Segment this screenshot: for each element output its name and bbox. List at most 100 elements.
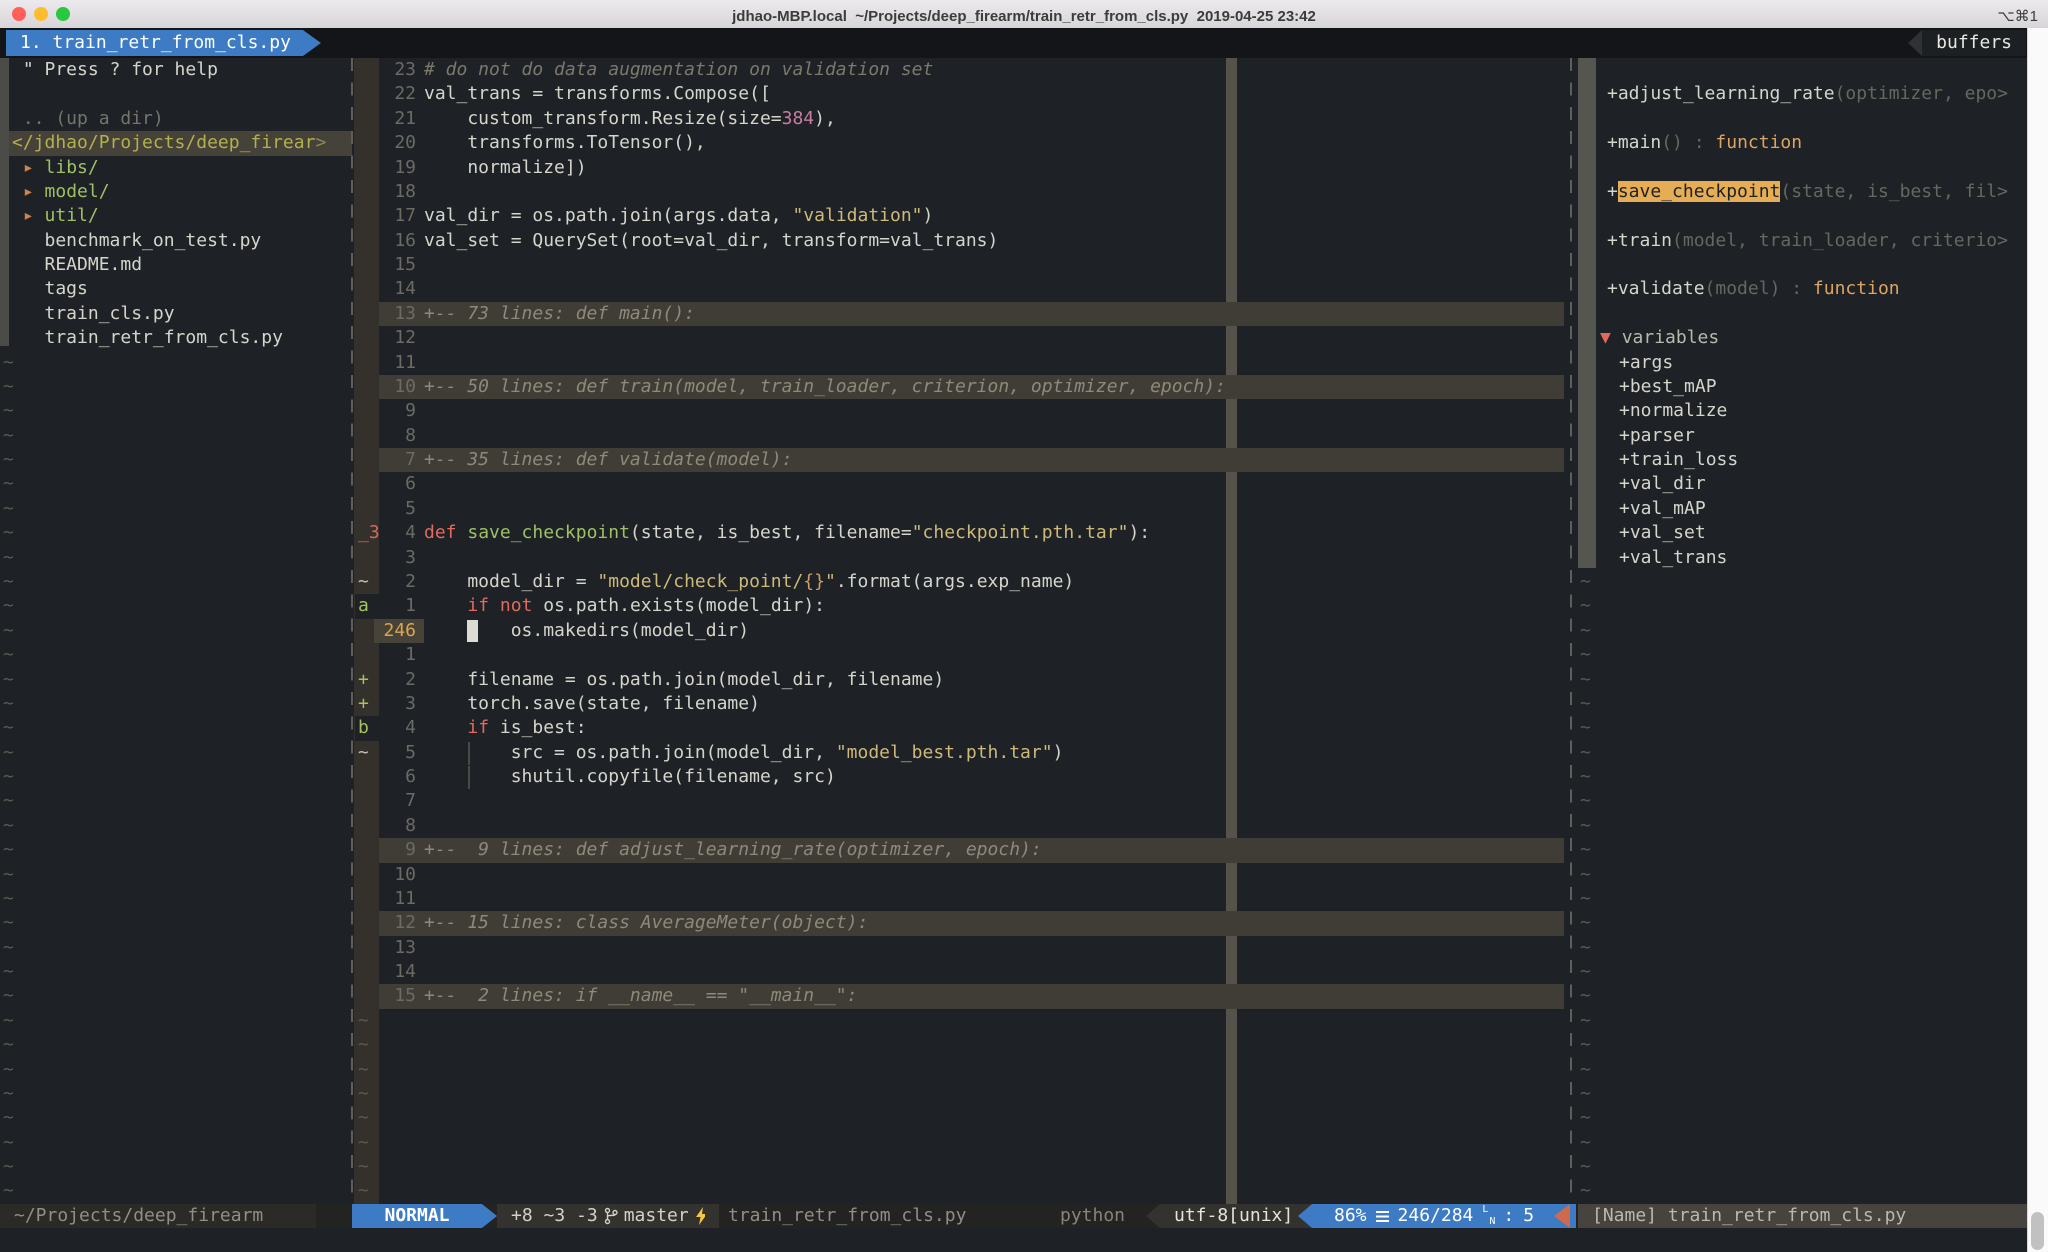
code-line[interactable]: 246 os.makedirs(model_dir) — [354, 619, 1566, 643]
code-line[interactable]: 2~ model_dir = "model/check_point/{}".fo… — [354, 570, 1566, 594]
statusline-position-segment: 86% 246/284 LN : 5 — [1312, 1204, 1576, 1228]
tree-file[interactable]: train_retr_from_cls.py — [0, 326, 352, 350]
code-line[interactable]: 11 — [354, 351, 1566, 375]
code-line[interactable]: 7 — [354, 789, 1566, 813]
buffers-indicator[interactable]: buffers — [1908, 30, 2026, 56]
window-separator[interactable] — [1570, 58, 1572, 1204]
tilde-line: ~ — [0, 936, 352, 960]
tree-file[interactable]: benchmark_on_test.py — [0, 229, 352, 253]
tilde-line: ~ — [0, 497, 352, 521]
tilde-line: ~ — [0, 1106, 352, 1130]
code-line[interactable]: 16val_set = QuerySet(root=val_dir, trans… — [354, 229, 1566, 253]
tree-root-path[interactable]: </jdhao/Projects/deep_firear> — [0, 131, 352, 155]
tag-var-best-mAP[interactable]: +best_mAP — [1578, 375, 2028, 399]
tabline: 1. train_retr_from_cls.py buffers — [0, 28, 2048, 58]
tag-adjust-learning-rate[interactable]: +adjust_learning_rate(optimizer, epo> — [1578, 82, 2028, 106]
code-line[interactable]: 23# do not do data augmentation on valid… — [354, 58, 1566, 82]
tree-file[interactable]: tags — [0, 277, 352, 301]
code-line[interactable]: 2+ filename = os.path.join(model_dir, fi… — [354, 668, 1566, 692]
code-line[interactable]: 20 transforms.ToTensor(), — [354, 131, 1566, 155]
code-line[interactable]: 14 — [354, 277, 1566, 301]
macos-scrollbar-thumb[interactable] — [2031, 1212, 2044, 1250]
code-window: 23# do not do data augmentation on valid… — [354, 58, 1566, 1204]
line-number: 13 — [380, 936, 416, 960]
tilde-line: ~ — [0, 984, 352, 1008]
code-line[interactable]: 1a if not os.path.exists(model_dir): — [354, 594, 1566, 618]
fold-line[interactable]: 12+-- 15 lines: class AverageMeter(objec… — [354, 911, 1566, 935]
code-line[interactable]: 8 — [354, 424, 1566, 448]
tag-var-train-loss[interactable]: +train_loss — [1578, 448, 2028, 472]
tagbar-scrollbar-thumb[interactable] — [1578, 58, 1596, 568]
code-line[interactable]: 3+ torch.save(state, filename) — [354, 692, 1566, 716]
macos-scrollbar-track[interactable] — [2027, 28, 2048, 1252]
line-number: 15 — [380, 984, 416, 1008]
fold-line[interactable]: 7+-- 35 lines: def validate(model): — [354, 448, 1566, 472]
fold-line[interactable]: 13+-- 73 lines: def main(): — [354, 302, 1566, 326]
fold-line[interactable]: 9+-- 9 lines: def adjust_learning_rate(o… — [354, 838, 1566, 862]
tag-train[interactable]: +train(model, train_loader, criterio> — [1578, 229, 2028, 253]
code-line[interactable]: 9 — [354, 399, 1566, 423]
tag-var-normalize[interactable]: +normalize — [1578, 399, 2028, 423]
line-number: 21 — [380, 107, 416, 131]
line-number: 14 — [380, 277, 416, 301]
code-line[interactable]: 4_3def save_checkpoint(state, is_best, f… — [354, 521, 1566, 545]
code-line[interactable]: 3 — [354, 546, 1566, 570]
tilde-line: ~ — [0, 911, 352, 935]
powerline-arrow-icon — [1554, 1204, 1570, 1228]
tree-dir-model[interactable]: ▸ model/ — [0, 180, 352, 204]
tag-main[interactable]: +main() : function — [1578, 131, 2028, 155]
tab-train-retr-from-cls[interactable]: 1. train_retr_from_cls.py — [6, 30, 321, 56]
code-line[interactable]: 15 — [354, 253, 1566, 277]
tag-var-val-dir[interactable]: +val_dir — [1578, 472, 2028, 496]
tilde-line: ~ — [354, 1155, 1566, 1179]
tag-save-checkpoint[interactable]: +save_checkpoint(state, is_best, fil> — [1578, 180, 2028, 204]
code-line[interactable]: 12 — [354, 326, 1566, 350]
tilde-line: ~ — [0, 643, 352, 667]
code-line[interactable]: 4b if is_best: — [354, 716, 1566, 740]
code-line[interactable]: 6 shutil.copyfile(filename, src) — [354, 765, 1566, 789]
line-number: 5 — [380, 741, 416, 765]
tag-var-val-trans[interactable]: +val_trans — [1578, 546, 2028, 570]
tilde-line: ~ — [0, 887, 352, 911]
code-line[interactable]: 5 — [354, 497, 1566, 521]
code-line[interactable]: 6 — [354, 472, 1566, 496]
code-line[interactable]: 1 — [354, 643, 1566, 667]
tree-dir-libs[interactable]: ▸ libs/ — [0, 156, 352, 180]
window-separator[interactable] — [351, 58, 353, 1204]
tilde-line: ~ — [0, 594, 352, 618]
tree-file[interactable]: train_cls.py — [0, 302, 352, 326]
code-line[interactable]: 5~ src = os.path.join(model_dir, "model_… — [354, 741, 1566, 765]
tree-dir-util[interactable]: ▸ util/ — [0, 204, 352, 228]
nerdtree-scrollbar-thumb[interactable] — [0, 58, 9, 346]
code-line[interactable]: 13 — [354, 936, 1566, 960]
tree-help-line[interactable]: " Press ? for help — [0, 58, 352, 82]
tag-var-val-mAP[interactable]: +val_mAP — [1578, 497, 2028, 521]
tree-up-dir[interactable]: .. (up a dir) — [0, 107, 352, 131]
code-line[interactable]: 22val_trans = transforms.Compose([ — [354, 82, 1566, 106]
code-line[interactable]: 18 — [354, 180, 1566, 204]
tag-section-variables[interactable]: ▼ variables — [1578, 326, 2028, 350]
tag-row — [1578, 156, 2028, 180]
tag-validate[interactable]: +validate(model) : function — [1578, 277, 2028, 301]
tilde-line: ~ — [0, 424, 352, 448]
code-line[interactable]: 21 custom_transform.Resize(size=384), — [354, 107, 1566, 131]
code-line[interactable]: 19 normalize]) — [354, 156, 1566, 180]
line-number: 19 — [380, 156, 416, 180]
tree-row[interactable] — [0, 82, 352, 106]
fold-line[interactable]: 15+-- 2 lines: if __name__ == "__main__"… — [354, 984, 1566, 1008]
code-line[interactable]: 17val_dir = os.path.join(args.data, "val… — [354, 204, 1566, 228]
tag-var-val-set[interactable]: +val_set — [1578, 521, 2028, 545]
line-number: 12 — [380, 911, 416, 935]
fold-line[interactable]: 10+-- 50 lines: def train(model, train_l… — [354, 375, 1566, 399]
code-line[interactable]: 14 — [354, 960, 1566, 984]
code-line[interactable]: 10 — [354, 863, 1566, 887]
code-line[interactable]: 11 — [354, 887, 1566, 911]
command-line[interactable] — [0, 1228, 2048, 1252]
window-shortcut-badge: ⌥⌘1 — [1997, 5, 2038, 29]
tree-file[interactable]: README.md — [0, 253, 352, 277]
line-number: 11 — [380, 351, 416, 375]
tag-var-parser[interactable]: +parser — [1578, 424, 2028, 448]
tag-var-args[interactable]: +args — [1578, 351, 2028, 375]
tilde-line: ~ — [0, 351, 352, 375]
code-line[interactable]: 8 — [354, 814, 1566, 838]
